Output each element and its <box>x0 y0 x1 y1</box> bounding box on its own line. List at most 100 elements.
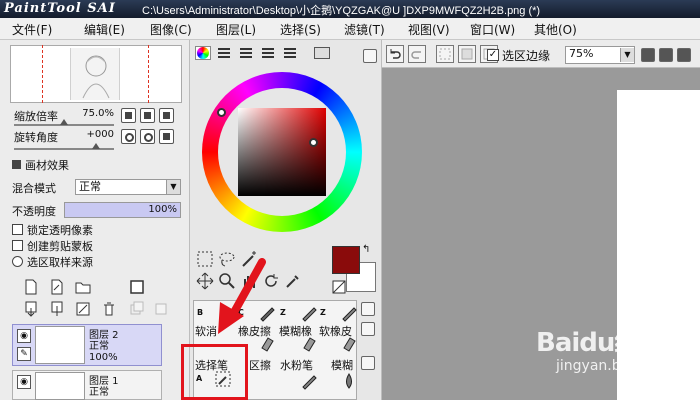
opacity-bar[interactable]: 100% <box>64 202 181 218</box>
zoom-in-toolbar-button[interactable] <box>659 48 673 62</box>
tool-gouache-label[interactable]: 水粉笔 <box>280 357 313 373</box>
tool-scroll-up-button[interactable] <box>361 302 375 316</box>
color-panel-menu-button[interactable] <box>363 49 377 63</box>
menu-filter[interactable]: 滤镜(T) <box>344 21 385 38</box>
tool-scroll-mid-button[interactable] <box>361 322 375 336</box>
deselect-button[interactable] <box>436 45 454 63</box>
rotate-cw-button[interactable] <box>140 129 155 144</box>
zoom-in-button[interactable] <box>140 108 155 123</box>
rotate-reset-button[interactable] <box>159 129 174 144</box>
redo-button[interactable] <box>408 45 426 63</box>
scratchpad-tab[interactable] <box>314 47 330 59</box>
blend-mode-label: 混合模式 <box>12 182 56 195</box>
zoom-out-button[interactable] <box>121 108 136 123</box>
hsv-slider-tab[interactable] <box>240 48 252 58</box>
swatches-tab[interactable] <box>284 48 296 58</box>
selection-source-radio[interactable] <box>12 256 23 267</box>
selection-edge-checkbox[interactable]: ✓ <box>487 49 499 61</box>
zoom-label: 缩放倍率 <box>14 110 58 123</box>
rotate-value[interactable]: +000 <box>70 129 116 143</box>
layer-mask-icon[interactable] <box>128 278 146 296</box>
undo-button[interactable] <box>386 45 404 63</box>
transfer-down-icon[interactable] <box>22 300 40 318</box>
invert-select-button[interactable] <box>458 45 476 63</box>
swap-colors-icon[interactable]: ↰ <box>362 244 370 255</box>
zoom-out-toolbar-button[interactable] <box>641 48 655 62</box>
saturation-value-square[interactable] <box>238 108 326 196</box>
layer-thumbnail <box>35 372 85 400</box>
transparent-color-icon[interactable] <box>330 278 348 296</box>
brush-icon[interactable] <box>300 304 318 322</box>
window-title: C:\Users\Administrator\Desktop\小企鹅\YQZGA… <box>142 5 541 17</box>
red-arrow-icon <box>218 258 266 334</box>
copy-layer-icon[interactable] <box>128 300 146 318</box>
zoom-select[interactable]: 75% ▼ <box>565 46 635 64</box>
gouache-icon[interactable] <box>300 372 318 390</box>
menu-other[interactable]: 其他(O) <box>534 21 577 38</box>
rotate-ccw-button[interactable] <box>121 129 136 144</box>
tool-blur-label[interactable]: 模糊 <box>331 357 353 373</box>
collapse-icon[interactable] <box>12 160 21 169</box>
tool-shortcut-z: Z <box>280 308 286 317</box>
new-folder-icon[interactable] <box>74 278 92 296</box>
navigator-guide-right <box>148 45 149 103</box>
primary-color-swatch[interactable] <box>332 246 360 274</box>
layer-name: 图层 1 <box>89 376 119 387</box>
menu-view[interactable]: 视图(V) <box>408 21 450 38</box>
zoom-slider-thumb[interactable] <box>60 119 68 125</box>
rgb-slider-tab[interactable] <box>218 48 230 58</box>
eye-icon[interactable]: ◉ <box>17 375 31 389</box>
opacity-value: 100% <box>148 204 177 215</box>
brush-icon[interactable]: ✎ <box>17 347 31 361</box>
chevron-down-icon: ▼ <box>166 180 180 194</box>
blend-mode-select[interactable]: 正常 ▼ <box>75 179 181 195</box>
layer-item-2[interactable]: ◉ ✎ 图层 2 正常 100% <box>12 324 162 366</box>
layer-thumbnail <box>35 326 85 364</box>
zoom-value[interactable]: 75.0% <box>70 108 116 122</box>
lock-transparency-checkbox[interactable] <box>12 224 23 235</box>
selection-edge-label: 选区边缘 <box>502 49 551 63</box>
navigator-thumbnail <box>70 48 120 100</box>
sv-picker[interactable] <box>309 138 318 147</box>
zoom-select-value: 75% <box>569 47 594 60</box>
rotate-slider-thumb[interactable] <box>92 143 100 149</box>
menu-layer[interactable]: 图层(L) <box>216 21 256 38</box>
menu-image[interactable]: 图像(C) <box>150 21 192 38</box>
hue-picker[interactable] <box>217 108 226 117</box>
new-layer-icon[interactable] <box>22 278 40 296</box>
layer-mode: 正常 <box>89 387 109 398</box>
opacity-label: 不透明度 <box>12 205 56 218</box>
eyedropper-icon[interactable] <box>284 272 302 290</box>
zoom-reset-button[interactable] <box>159 108 174 123</box>
trash-icon[interactable] <box>100 300 118 318</box>
tool-deselect-label[interactable]: 区擦 <box>249 357 271 373</box>
clear-layer-icon[interactable] <box>74 300 92 318</box>
merge-down-icon[interactable] <box>48 300 66 318</box>
eraser-icon[interactable] <box>340 334 358 352</box>
blur-drop-icon[interactable] <box>340 372 358 390</box>
menu-select[interactable]: 选择(S) <box>280 21 321 38</box>
texture-effect-header[interactable]: 画材效果 <box>25 157 69 173</box>
menu-window[interactable]: 窗口(W) <box>470 21 515 38</box>
menu-file[interactable]: 文件(F) <box>12 21 52 38</box>
new-linework-layer-icon[interactable] <box>48 278 66 296</box>
color-mixer-tab[interactable] <box>262 48 274 58</box>
layer-opacity: 100% <box>89 352 118 363</box>
clipping-group-checkbox[interactable] <box>12 240 23 251</box>
layer-mode: 正常 <box>89 341 109 352</box>
paste-layer-icon[interactable] <box>152 300 170 318</box>
layer-name: 图层 2 <box>89 330 119 341</box>
tool-shortcut-z2: Z <box>320 308 326 317</box>
color-wheel-tab[interactable] <box>195 46 211 60</box>
fit-view-button[interactable] <box>677 48 691 62</box>
menu-bar: 文件(F) 编辑(E) 图像(C) 图层(L) 选择(S) 滤镜(T) 视图(V… <box>0 18 700 40</box>
layer-item-1[interactable]: ◉ 图层 1 正常 <box>12 370 162 400</box>
title-bar: PaintTool SAI C:\Users\Administrator\Des… <box>0 0 700 18</box>
menu-edit[interactable]: 编辑(E) <box>84 21 125 38</box>
tool-scroll-down-button[interactable] <box>361 356 375 370</box>
brush-icon[interactable] <box>340 304 358 322</box>
navigator-guide-left <box>42 45 43 103</box>
eraser-icon[interactable] <box>300 334 318 352</box>
eye-icon[interactable]: ◉ <box>17 329 31 343</box>
redo-icon <box>411 51 421 59</box>
